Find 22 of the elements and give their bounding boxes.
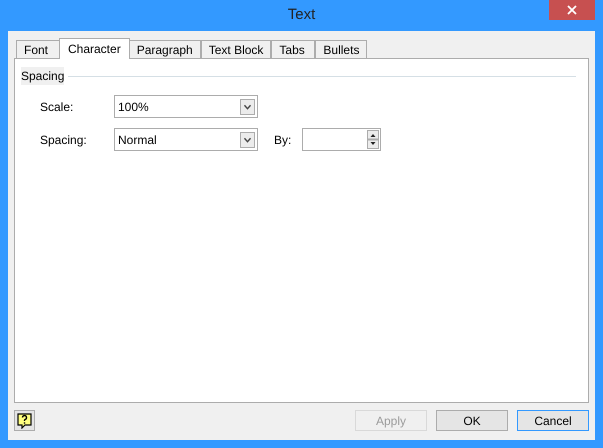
- tab[interactable]: Paragraph: [128, 40, 201, 58]
- tab[interactable]: Text Block: [200, 40, 272, 58]
- field-label: Scale:: [40, 98, 74, 116]
- dropdown[interactable]: 100%: [114, 95, 258, 118]
- group-title: Spacing: [21, 67, 64, 85]
- dialog-button[interactable]: OK: [436, 410, 508, 431]
- dropdown[interactable]: Normal: [114, 128, 258, 151]
- tab[interactable]: Tabs: [271, 40, 316, 58]
- help-button[interactable]: [14, 410, 35, 431]
- window-title: Text: [288, 5, 316, 26]
- close-button[interactable]: [549, 0, 595, 20]
- spin-arrows-icon: [367, 130, 379, 149]
- tab[interactable]: Font: [16, 40, 60, 58]
- field-label: By:: [274, 132, 292, 148]
- help-icon: [17, 412, 32, 428]
- tab[interactable]: Character: [59, 38, 130, 59]
- chevron-down-icon: [240, 132, 255, 148]
- close-icon: [567, 5, 577, 15]
- dialog-button[interactable]: Cancel: [517, 410, 589, 431]
- tab[interactable]: Bullets: [315, 40, 368, 58]
- chevron-down-icon: [240, 98, 255, 114]
- field-label: Spacing:: [40, 132, 88, 148]
